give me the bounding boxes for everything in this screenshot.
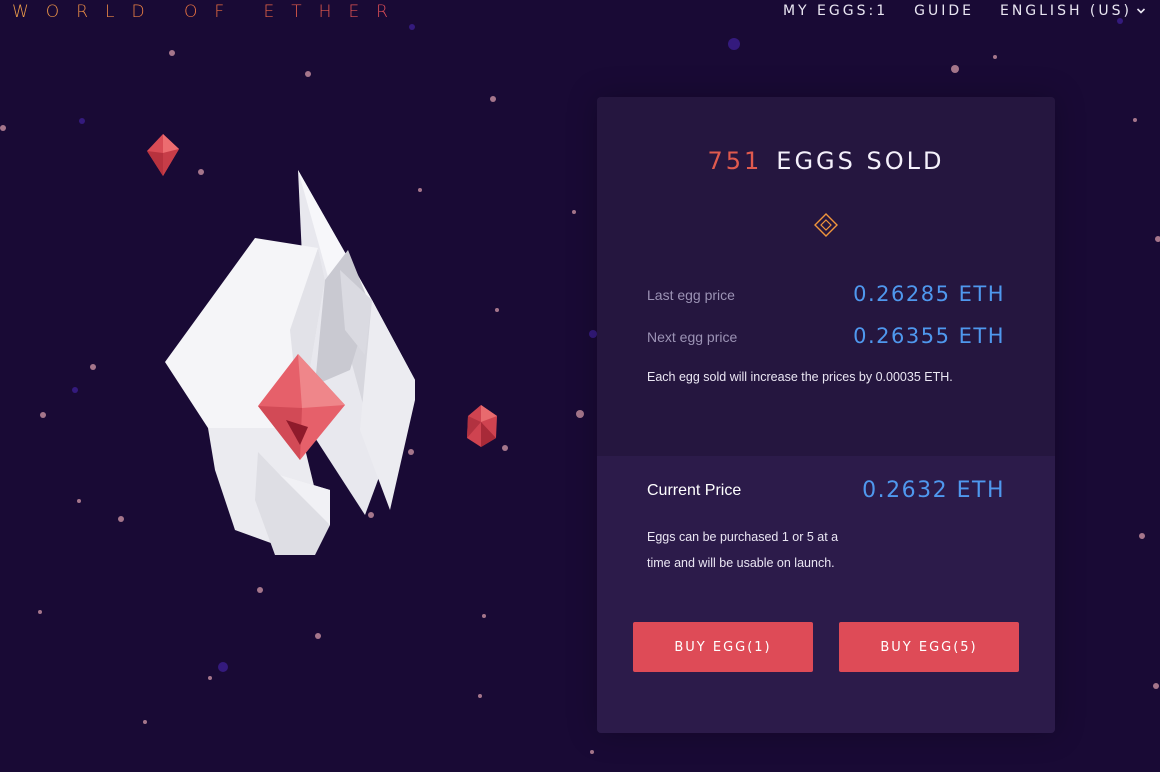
eggs-sold-count: 751 bbox=[707, 147, 763, 175]
language-label: ENGLISH (US) bbox=[999, 3, 1132, 19]
last-price-value: 0.26285 ETH bbox=[853, 282, 1005, 306]
site-logo[interactable]: WORLD OF ETHER bbox=[12, 2, 405, 22]
chevron-down-icon bbox=[1136, 8, 1146, 14]
current-price-label: Current Price bbox=[647, 482, 742, 499]
top-header: WORLD OF ETHER MY EGGS:1 GUIDE ENGLISH (… bbox=[0, 0, 1160, 30]
price-info-section: 751 EGGS SOLD Last egg price 0.26285 ETH … bbox=[597, 97, 1055, 456]
buy-one-egg-button[interactable]: BUY EGG(1) bbox=[633, 622, 813, 672]
next-price-label: Next egg price bbox=[647, 329, 738, 345]
egg-sale-panel: 751 EGGS SOLD Last egg price 0.26285 ETH … bbox=[597, 97, 1055, 733]
top-nav: MY EGGS:1 GUIDE ENGLISH (US) bbox=[783, 3, 1146, 19]
diamond-icon bbox=[814, 213, 838, 237]
price-increase-note: Each egg sold will increase the prices b… bbox=[647, 370, 953, 384]
eggs-sold-heading: 751 EGGS SOLD bbox=[597, 147, 1055, 175]
last-price-label: Last egg price bbox=[647, 287, 735, 303]
ornamental-divider bbox=[607, 213, 1045, 237]
purchase-section: Current Price 0.2632 ETH Eggs can be pur… bbox=[597, 456, 1055, 733]
guide-link[interactable]: GUIDE bbox=[914, 3, 974, 19]
current-price-value: 0.2632 ETH bbox=[862, 478, 1005, 503]
egg-crystal-illustration bbox=[165, 170, 415, 555]
my-eggs-link[interactable]: MY EGGS:1 bbox=[783, 3, 888, 19]
eggs-sold-label: EGGS SOLD bbox=[776, 147, 945, 175]
next-price-value: 0.26355 ETH bbox=[853, 324, 1005, 348]
buy-five-eggs-button[interactable]: BUY EGG(5) bbox=[839, 622, 1019, 672]
purchase-note: Eggs can be purchased 1 or 5 at a time a… bbox=[647, 530, 839, 570]
language-selector[interactable]: ENGLISH (US) bbox=[1000, 3, 1146, 19]
